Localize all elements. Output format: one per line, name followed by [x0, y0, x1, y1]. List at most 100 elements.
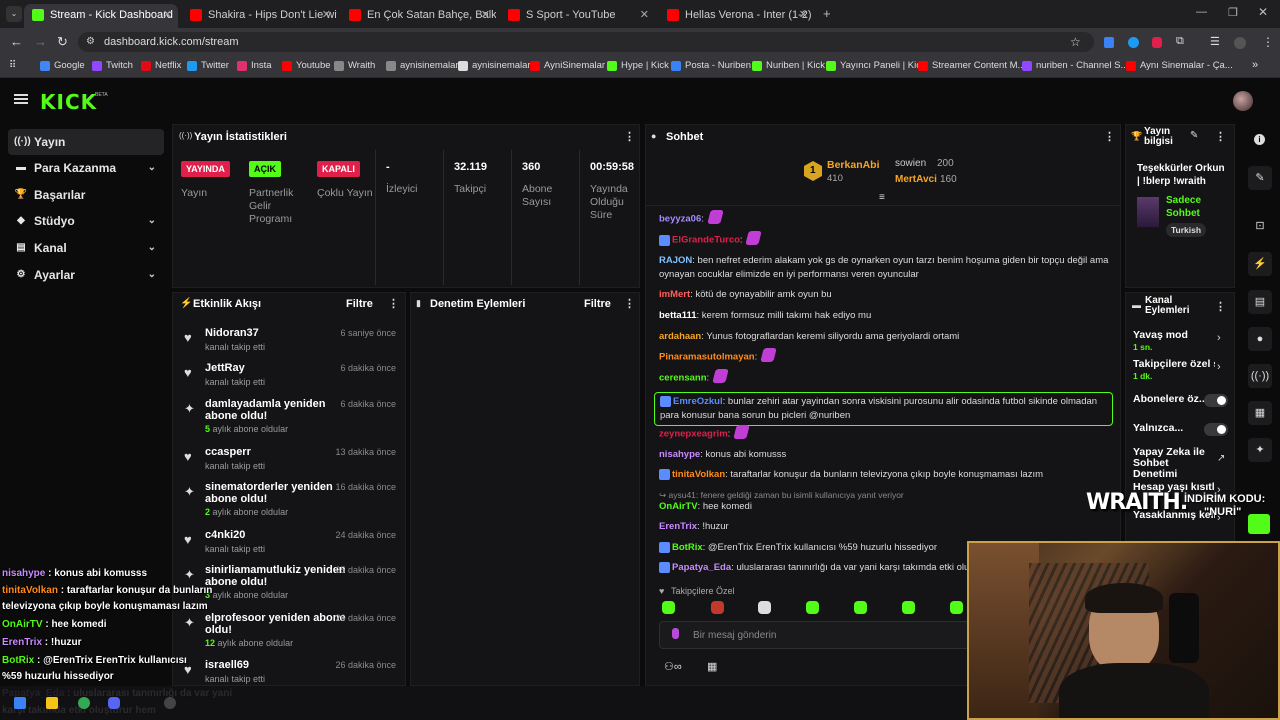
taskbar-app-icons[interactable]	[14, 697, 179, 711]
browser-tab[interactable]: En Çok Satan Bahçe, Balkon ve✕	[341, 4, 496, 28]
moderation-menu-icon[interactable]: ⋮	[624, 297, 635, 310]
chat-username[interactable]: imMert	[659, 289, 690, 300]
chat-username[interactable]: Pinaramasutolmayan	[659, 352, 755, 363]
bookmark-star-icon[interactable]: ☆	[1070, 35, 1081, 49]
bookmark-item[interactable]: Hype | Kick	[607, 60, 669, 71]
extension-shield-icon[interactable]	[1104, 37, 1114, 48]
wrench-tool-icon[interactable]: ✦	[1248, 438, 1272, 462]
chat-username[interactable]: betta111	[659, 310, 697, 321]
chat-username[interactable]: OnAirTV	[659, 501, 698, 512]
extension-ring-icon[interactable]	[1128, 37, 1139, 48]
info-circle-icon[interactable]: i	[1254, 134, 1265, 145]
chevron-down-icon[interactable]: ⌄	[148, 235, 156, 261]
window-minimize-button[interactable]: —	[1196, 6, 1207, 18]
bookmark-item[interactable]: Yayıncı Paneli | Kick	[826, 60, 926, 71]
taskbar-folder-icon[interactable]	[46, 697, 58, 709]
clipboard-tool-icon[interactable]: ▤	[1248, 290, 1272, 314]
chat-username[interactable]: RAJON	[659, 255, 692, 266]
stream-info-menu-icon[interactable]: ⋮	[1215, 130, 1226, 143]
bookmark-item[interactable]: Posta - Nuriben	[671, 60, 751, 71]
profile-avatar-icon[interactable]	[1234, 37, 1246, 49]
bookmark-item[interactable]: nuriben - Channel S...	[1022, 60, 1128, 71]
browser-tab[interactable]: S Sport - YouTube ✕	[500, 4, 655, 28]
window-restore-button[interactable]: ❐	[1228, 6, 1238, 19]
sidebar-item[interactable]: ((·)) Yayın	[8, 129, 164, 155]
toggle-switch[interactable]	[1204, 423, 1228, 436]
browser-menu-icon[interactable]: ⋮	[1262, 35, 1274, 49]
tab-close-icon[interactable]: ✕	[163, 4, 172, 26]
bookmark-item[interactable]: Google	[40, 60, 85, 71]
chat-menu-icon[interactable]: ⋮	[1104, 130, 1115, 143]
browser-tab[interactable]: Stream - Kick Dashboard ✕	[24, 4, 178, 28]
chat-username[interactable]: nisahype	[659, 449, 700, 460]
apps-grid-icon[interactable]: ⠿	[9, 60, 16, 71]
bookmark-item[interactable]: aynisinemalar	[386, 60, 459, 71]
reading-list-icon[interactable]: ☰	[1210, 35, 1220, 48]
bookmark-item[interactable]: AyniSinemalar	[530, 60, 605, 71]
extension-red-icon[interactable]	[1152, 37, 1162, 48]
bookmark-item[interactable]: Insta	[237, 60, 272, 71]
chevron-right-icon[interactable]: ›	[1217, 361, 1221, 373]
taskbar-chrome-icon[interactable]	[78, 697, 90, 709]
leader-name[interactable]: sowien	[895, 158, 926, 169]
chat-username[interactable]: tinitaVolkan	[672, 469, 725, 480]
quick-emote-icon[interactable]	[806, 601, 819, 614]
sidebar-item[interactable]: ▤ Kanal ⌄	[8, 235, 164, 261]
leader-name[interactable]: MertAvci	[895, 174, 937, 185]
channel-action-label[interactable]: Yavaş mod	[1133, 330, 1215, 341]
channel-action-label[interactable]: Takipçilere özel s	[1133, 359, 1215, 370]
tab-close-icon[interactable]: ✕	[640, 4, 649, 26]
chat-username[interactable]: zeynepxeagrim	[659, 429, 728, 440]
crop-tool-icon[interactable]: ⊡	[1248, 214, 1272, 238]
sidebar-item[interactable]: 🏆 Başarılar	[8, 182, 164, 208]
extensions-puzzle-icon[interactable]: ⧉	[1176, 35, 1184, 48]
channel-action-label[interactable]: Yalnızca...	[1133, 423, 1215, 434]
chat-store-icon[interactable]: ▦	[707, 660, 717, 673]
bookmark-item[interactable]: Netflix	[141, 60, 181, 71]
extension-icons[interactable]: ⧉ ☰	[1104, 35, 1254, 49]
broadcast-tool-icon[interactable]: ((·))	[1248, 364, 1272, 388]
bookmark-item[interactable]: Twitch	[92, 60, 133, 71]
chevron-down-icon[interactable]: ⌄	[148, 262, 156, 288]
channel-action-label[interactable]: Abonelere öz...	[1133, 394, 1215, 405]
browser-tab[interactable]: Hellas Verona - Inter (1-2) - Ma✕	[659, 4, 814, 28]
menu-hamburger-icon[interactable]	[14, 94, 28, 104]
chat-tool-icon[interactable]: ●	[1248, 327, 1272, 351]
category-name[interactable]: Sadece Sohbet	[1166, 194, 1226, 220]
quick-emote-icon[interactable]	[758, 601, 771, 614]
sidebar-item[interactable]: ◆ Stüdyo ⌄	[8, 208, 164, 234]
kick-logo[interactable]: KICK	[40, 90, 97, 114]
browser-tab[interactable]: Shakira - Hips Don't Lie with Ed✕	[182, 4, 337, 28]
microphone-icon[interactable]	[672, 628, 679, 639]
quick-emote-icon[interactable]	[662, 601, 675, 614]
store-tool-icon[interactable]: ▦	[1248, 401, 1272, 425]
taskbar-start-icon[interactable]	[14, 697, 26, 709]
quick-emote-icon[interactable]	[854, 601, 867, 614]
chat-pin-icon[interactable]: ≡	[879, 192, 885, 203]
chat-username[interactable]: cerensann	[659, 373, 707, 384]
quick-emote-icon[interactable]	[711, 601, 724, 614]
chat-username[interactable]: ardahaan	[659, 331, 701, 342]
bookmark-item[interactable]: Aynı Sinemalar - Ça...	[1126, 60, 1233, 71]
chevron-down-icon[interactable]: ⌄	[148, 208, 156, 234]
activity-filter-button[interactable]: Filtre	[346, 298, 373, 310]
tab-close-icon[interactable]: ✕	[799, 4, 808, 26]
chat-settings-icon[interactable]: ⚇∞	[664, 660, 682, 673]
channel-action-label[interactable]: Yapay Zeka ile Sohbet Denetimi	[1133, 447, 1213, 480]
stats-menu-icon[interactable]: ⋮	[624, 130, 635, 143]
channel-actions-menu-icon[interactable]: ⋮	[1215, 300, 1226, 313]
chat-username[interactable]: Papatya_Eda	[672, 562, 731, 573]
bookmarks-overflow-icon[interactable]: »	[1252, 59, 1258, 71]
bookmark-item[interactable]: Youtube	[282, 60, 331, 71]
new-tab-button[interactable]: +	[823, 6, 831, 21]
bookmark-item[interactable]: Twitter	[187, 60, 229, 71]
chat-username[interactable]: beyyza06	[659, 214, 701, 225]
forward-icon[interactable]: →	[34, 34, 47, 49]
chat-username[interactable]: ErenTrix	[659, 521, 697, 532]
tab-close-icon[interactable]: ✕	[322, 4, 331, 26]
tab-close-icon[interactable]: ✕	[481, 4, 490, 26]
chat-username[interactable]: ElGrandeTurco	[672, 235, 740, 246]
language-tag[interactable]: Turkish	[1166, 223, 1207, 237]
edit-pencil-icon[interactable]: ✎	[1190, 130, 1198, 141]
window-close-button[interactable]: ✕	[1258, 5, 1268, 19]
